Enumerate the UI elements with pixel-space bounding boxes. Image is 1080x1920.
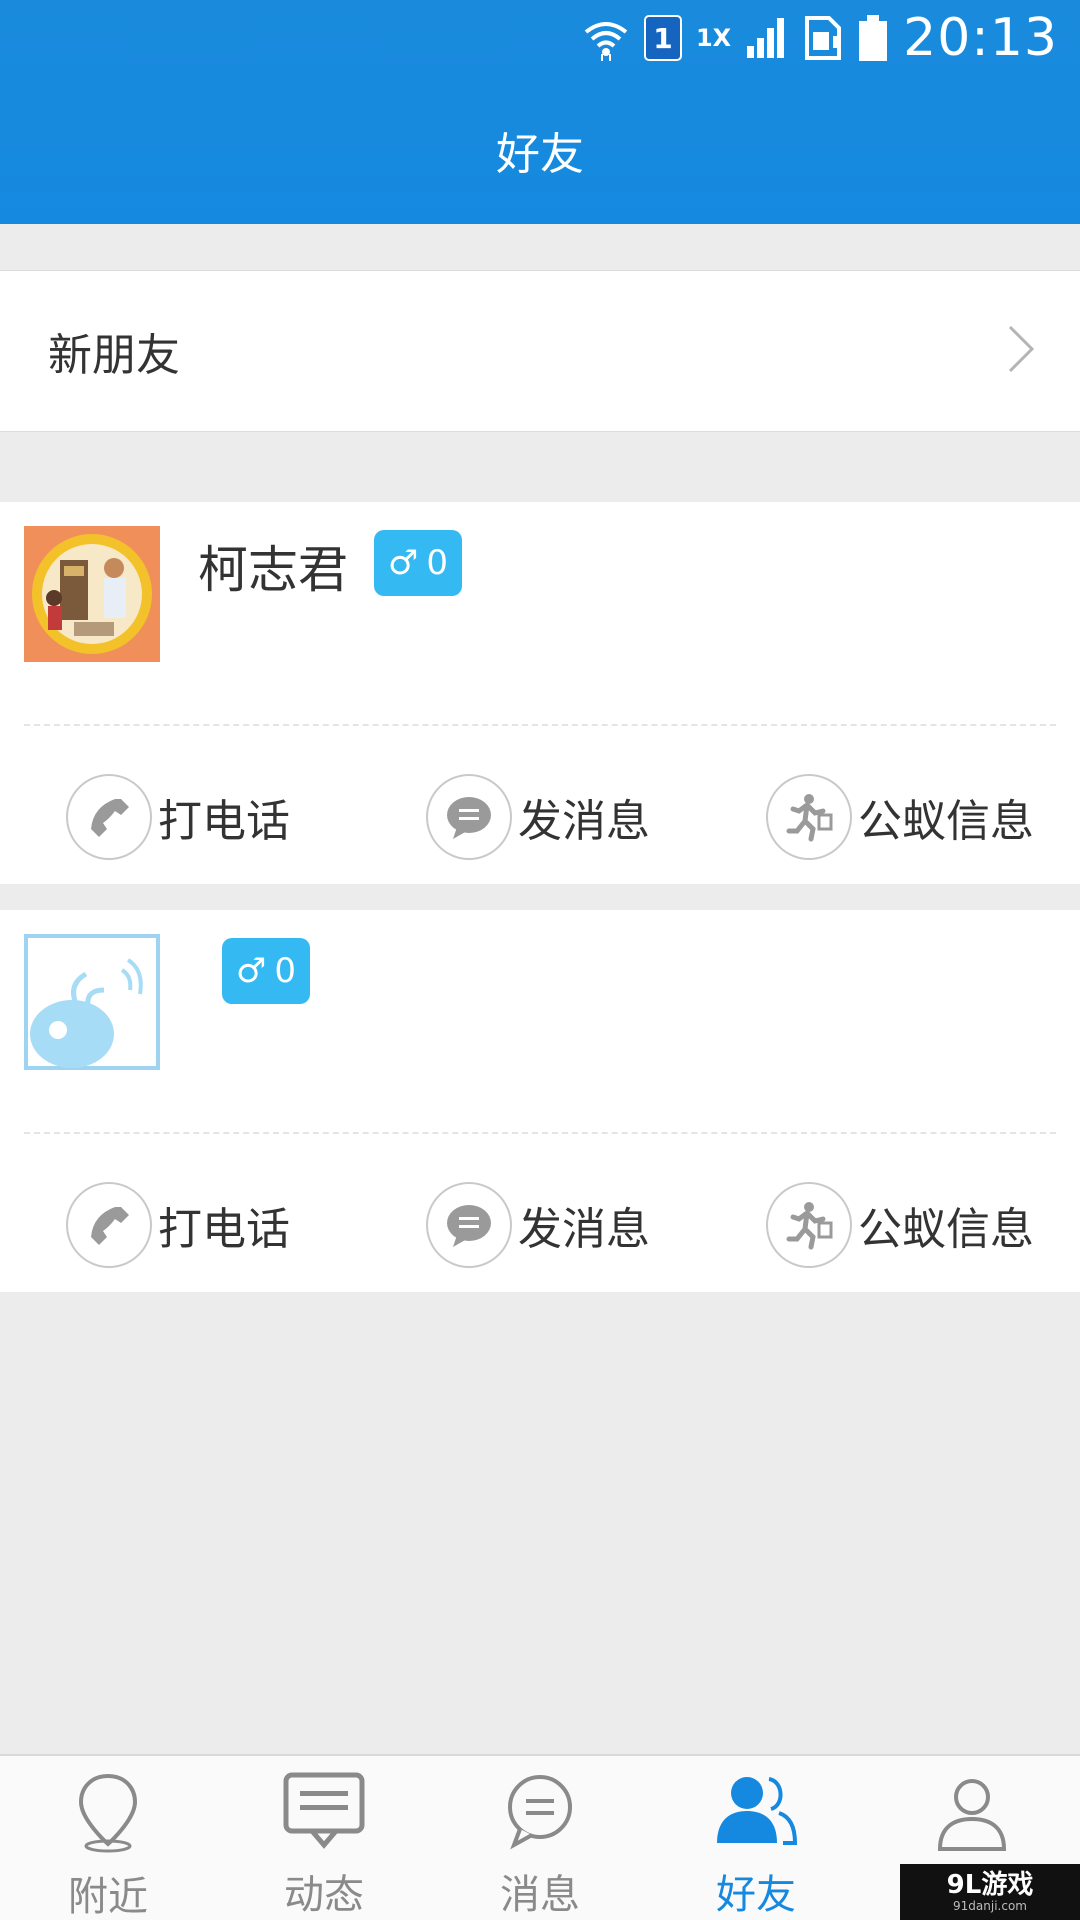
location-pin-icon	[63, 1770, 153, 1854]
friend-name: 柯志君	[198, 541, 348, 599]
tab-feed[interactable]: 动态	[216, 1756, 432, 1920]
divider	[24, 724, 1056, 726]
battery-icon	[857, 13, 889, 63]
chat-bubble-icon	[495, 1770, 585, 1852]
info-button[interactable]: 公蚁信息	[766, 1180, 1034, 1270]
info-label: 公蚁信息	[858, 1204, 1034, 1255]
gender-badge: ♂ 0	[374, 530, 462, 596]
signal-icon	[745, 16, 789, 60]
sim-card-icon	[803, 14, 843, 62]
tab-label: 消息	[500, 1872, 580, 1918]
avatar[interactable]	[24, 526, 160, 662]
male-icon: ♂	[387, 543, 419, 583]
tab-label: 好友	[716, 1872, 796, 1918]
clock: 20:13	[903, 8, 1058, 68]
message-icon	[426, 774, 512, 860]
male-icon: ♂	[235, 951, 267, 991]
new-friends-row[interactable]: 新朋友	[0, 270, 1080, 432]
friend-actions: 打电话 发消息 公蚁信息	[0, 1180, 1080, 1270]
new-friends-label: 新朋友	[48, 330, 180, 381]
phone-icon	[66, 1182, 152, 1268]
call-label: 打电话	[158, 796, 290, 847]
status-bar: 1 1X 20:13	[0, 0, 1080, 76]
divider	[24, 1132, 1056, 1134]
wifi-icon	[582, 14, 630, 62]
tab-label: 动态	[284, 1872, 364, 1918]
tab-nearby[interactable]: 附近	[0, 1756, 216, 1920]
network-type: 1X	[695, 24, 732, 52]
running-man-icon	[766, 774, 852, 860]
gender-badge: ♂ 0	[222, 938, 310, 1004]
call-button[interactable]: 打电话	[66, 1180, 290, 1270]
message-icon	[426, 1182, 512, 1268]
avatar[interactable]	[24, 934, 160, 1070]
tab-messages[interactable]: 消息	[432, 1756, 648, 1920]
info-button[interactable]: 公蚁信息	[766, 772, 1034, 862]
message-button[interactable]: 发消息	[426, 1180, 650, 1270]
sim-slot-badge: 1	[643, 15, 682, 61]
friend-card: ♂ 0 打电话 发消息 公蚁信息	[0, 910, 1080, 1292]
phone-icon	[66, 774, 152, 860]
call-label: 打电话	[158, 1204, 290, 1255]
friends-icon	[711, 1770, 801, 1852]
chevron-right-icon	[1006, 323, 1036, 379]
gender-count: 0	[274, 951, 297, 991]
friend-card: 柯志君 ♂ 0 打电话 发消息 公蚁信息	[0, 502, 1080, 884]
tab-label: 附近	[68, 1874, 148, 1920]
site-watermark: 9L游戏 91danji.com	[900, 1864, 1080, 1920]
profile-icon	[927, 1770, 1017, 1860]
running-man-icon	[766, 1182, 852, 1268]
app-header: 1 1X 20:13 好友	[0, 0, 1080, 224]
watermark-sub: 91danji.com	[953, 1899, 1027, 1913]
gender-count: 0	[426, 543, 449, 583]
tab-friends[interactable]: 好友	[648, 1756, 864, 1920]
message-label: 发消息	[518, 1204, 650, 1255]
feed-icon	[279, 1770, 369, 1852]
call-button[interactable]: 打电话	[66, 772, 290, 862]
message-label: 发消息	[518, 796, 650, 847]
message-button[interactable]: 发消息	[426, 772, 650, 862]
watermark-main: 9L游戏	[946, 1870, 1034, 1900]
info-label: 公蚁信息	[858, 796, 1034, 847]
page-title: 好友	[496, 129, 584, 180]
friend-actions: 打电话 发消息 公蚁信息	[0, 772, 1080, 862]
